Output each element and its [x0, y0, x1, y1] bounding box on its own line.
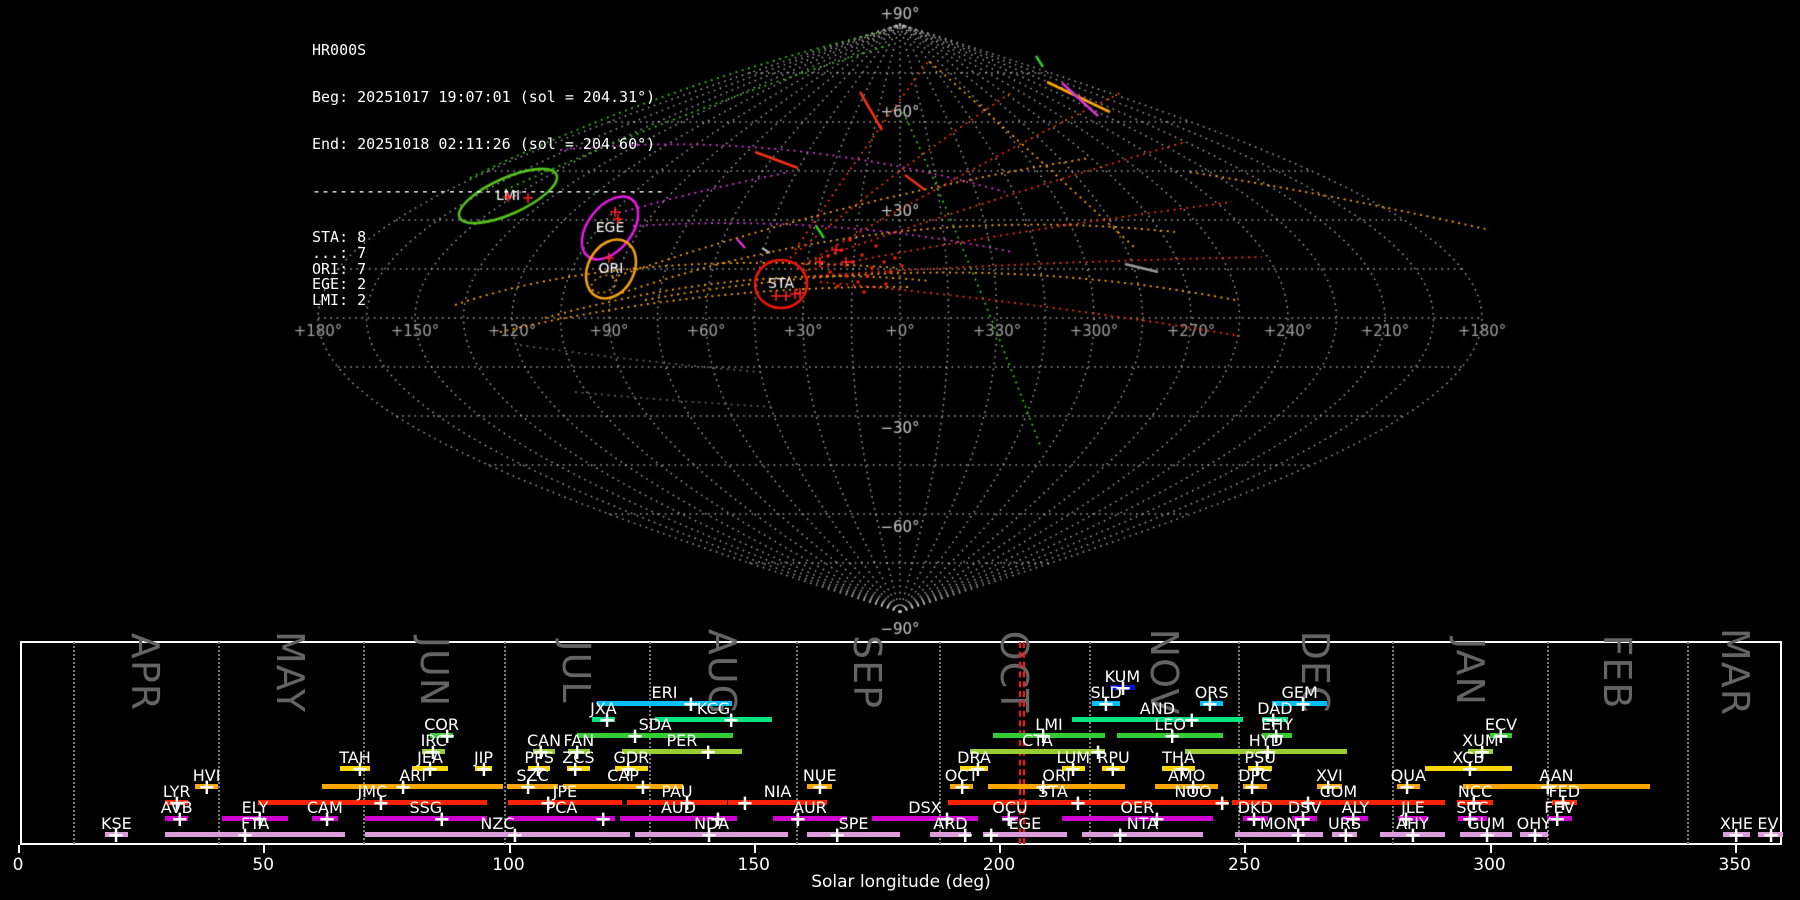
x-axis-tick — [18, 845, 20, 853]
month-label-mar: MAR — [1712, 627, 1757, 717]
meteor-station-display: HR000S Beg: 20251017 19:07:01 (sol = 204… — [0, 0, 1800, 900]
month-label-oct: OCT — [991, 630, 1036, 714]
x-axis-tick-label: 0 — [12, 855, 24, 875]
x-axis-title: Solar longitude (deg) — [811, 872, 991, 892]
month-boundary-line — [72, 642, 75, 844]
month-boundary-line — [363, 642, 366, 844]
month-label-jun: JUN — [411, 636, 456, 708]
x-axis-tick — [1489, 845, 1492, 853]
x-axis-tick — [1734, 845, 1737, 853]
x-axis-tick-label: 150 — [737, 855, 770, 875]
x-axis-tick — [753, 845, 756, 853]
shower-label-eri: ERI — [651, 683, 678, 702]
month-boundary-line — [1687, 642, 1690, 844]
month-label-may: MAY — [268, 630, 313, 714]
shower-label-nta: NTA — [1126, 814, 1159, 833]
x-axis-tick — [999, 845, 1001, 853]
shower-label-pca: PCA — [545, 798, 578, 817]
x-axis-tick-label: 100 — [492, 855, 525, 875]
x-axis-tick — [508, 845, 511, 853]
x-axis-tick — [1244, 845, 1247, 853]
month-label-feb: FEB — [1595, 634, 1640, 710]
x-axis-tick — [263, 845, 266, 853]
shower-label-cta: CTA — [1022, 731, 1053, 750]
month-label-jan: JAN — [1447, 638, 1492, 706]
x-axis-tick-label: 300 — [1473, 855, 1506, 875]
x-axis-tick-label: 350 — [1718, 855, 1751, 875]
month-label-sep: SEP — [845, 634, 890, 710]
month-boundary-line — [217, 642, 220, 844]
month-boundary-line — [1391, 642, 1394, 844]
month-label-jul: JUL — [554, 640, 599, 704]
month-boundary-line — [648, 642, 651, 844]
x-axis-tick-label: 200 — [982, 855, 1016, 875]
shower-label-per: PER — [666, 731, 698, 750]
shower-label-ege: EGE — [1008, 814, 1042, 833]
shower-label-aud: AUD — [660, 798, 696, 817]
activity-timeline: Solar longitude (deg) APR MAY JUN JUL AUG SEP… — [0, 0, 1800, 900]
month-label-apr: APR — [123, 632, 168, 712]
shower-label-nia: NIA — [763, 782, 792, 801]
shower-label-noo: NOO — [1174, 782, 1212, 801]
x-axis-tick-label: 250 — [1228, 855, 1261, 875]
x-axis-tick-label: 50 — [252, 855, 275, 875]
shower-label-sta: STA — [1038, 782, 1068, 801]
